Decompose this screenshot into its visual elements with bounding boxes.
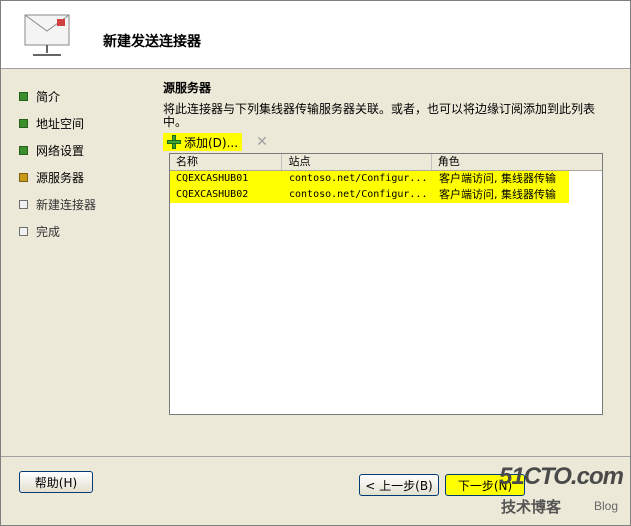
cell-site: contoso.net/Configur...: [283, 171, 433, 187]
step-complete-icon: [19, 119, 28, 128]
watermark-sub: 技术博客: [501, 498, 562, 516]
watermark-blog: Blog: [594, 499, 619, 513]
step-new-connector: 新建连接器: [19, 191, 149, 218]
column-header-role[interactable]: 角色: [432, 154, 602, 170]
wizard-steps: 简介 地址空间 网络设置 源服务器 新建连接器 完成: [19, 83, 149, 245]
table-row[interactable]: CQEXCASHUB01 contoso.net/Configur... 客户端…: [170, 171, 602, 187]
remove-x-icon[interactable]: ✕: [256, 134, 268, 150]
wizard-window: 新建发送连接器 简介 地址空间 网络设置 源服务器 新建连接器 完成 源服务器: [0, 0, 631, 526]
watermark-main: 51CTO.com: [499, 463, 624, 490]
add-button[interactable]: 添加(D)...: [163, 133, 243, 151]
wizard-header: 新建发送连接器: [1, 1, 630, 69]
step-complete-icon: [19, 92, 28, 101]
step-label: 简介: [36, 90, 61, 104]
back-button[interactable]: < 上一步(B): [359, 474, 439, 496]
cell-name: CQEXCASHUB01: [170, 171, 283, 187]
list-toolbar: 添加(D)... ✕: [163, 132, 268, 152]
step-label: 完成: [36, 225, 61, 239]
step-label: 地址空间: [36, 117, 85, 131]
watermark: 51CTO.com 技术博客 Blog: [499, 463, 629, 523]
footer-divider: [1, 456, 630, 457]
step-complete-icon: [19, 146, 28, 155]
step-label: 新建连接器: [36, 198, 97, 212]
column-header-name[interactable]: 名称: [170, 154, 283, 170]
help-button[interactable]: 帮助(H): [19, 471, 93, 493]
step-current-icon: [19, 173, 28, 182]
plus-icon: [167, 135, 181, 149]
cell-site: contoso.net/Configur...: [283, 187, 433, 203]
step-label: 源服务器: [36, 171, 85, 185]
add-button-label: 添加(D)...: [184, 135, 239, 150]
wizard-envelope-icon: [24, 14, 70, 56]
cell-role: 客户端访问, 集线器传输: [433, 171, 569, 187]
step-label: 网络设置: [36, 144, 85, 158]
step-source-server: 源服务器: [19, 164, 149, 191]
step-pending-icon: [19, 200, 28, 209]
cell-role: 客户端访问, 集线器传输: [433, 187, 569, 203]
table-row[interactable]: CQEXCASHUB02 contoso.net/Configur... 客户端…: [170, 187, 602, 203]
step-address-space: 地址空间: [19, 110, 149, 137]
list-header: 名称 站点 角色: [170, 154, 602, 171]
column-header-site[interactable]: 站点: [282, 154, 432, 170]
step-pending-icon: [19, 227, 28, 236]
step-completion: 完成: [19, 218, 149, 245]
section-title: 源服务器: [163, 81, 212, 95]
step-intro: 简介: [19, 83, 149, 110]
server-list[interactable]: 名称 站点 角色 CQEXCASHUB01 contoso.net/Config…: [169, 153, 603, 415]
section-description: 将此连接器与下列集线器传输服务器关联。或者，也可以将边缘订阅添加到此列表中。: [163, 102, 596, 129]
cell-name: CQEXCASHUB02: [170, 187, 283, 203]
step-network-settings: 网络设置: [19, 137, 149, 164]
main-content: 源服务器 将此连接器与下列集线器传输服务器关联。或者，也可以将边缘订阅添加到此列…: [163, 79, 623, 129]
wizard-title: 新建发送连接器: [103, 34, 201, 50]
